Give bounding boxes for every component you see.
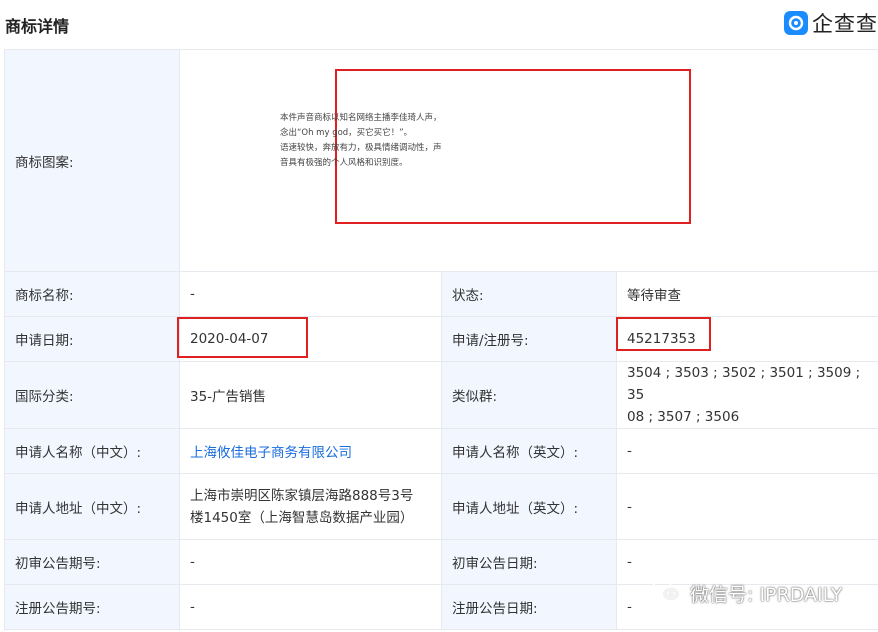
- trademark-image-cell: 本件声音商标以知名网络主播李佳琦人声， 念出“Oh my god，买它买它！”。…: [179, 49, 878, 272]
- registration-announcement-number-value: -: [179, 584, 442, 630]
- registration-number-value: 45217353: [616, 316, 878, 362]
- field-label: 申请/注册号:: [441, 316, 617, 362]
- applicant-address-en-value: -: [616, 473, 878, 540]
- field-label: 商标图案:: [4, 49, 180, 272]
- international-class-value: 35-广告销售: [179, 361, 442, 429]
- similar-groups-value: 3504 ; 3503 ; 3502 ; 3501 ; 3509 ; 35 08…: [616, 361, 878, 429]
- field-label: 国际分类:: [4, 361, 180, 429]
- page-title: 商标详情: [5, 17, 70, 36]
- watermark-text: 微信号: IPRDAILY: [690, 583, 843, 606]
- trademark-name-value: -: [179, 271, 442, 317]
- table-row: 申请人地址（中文）: 上海市崇明区陈家镇层海路888号3号 楼1450室（上海智…: [4, 473, 878, 540]
- status-value: 等待审查: [616, 271, 878, 317]
- table-row: 申请人名称（中文）: 上海攸佳电子商务有限公司 申请人名称（英文）: -: [4, 428, 878, 474]
- header: 商标详情 企查查: [0, 0, 878, 50]
- field-label: 申请日期:: [4, 316, 180, 362]
- qichacha-logo-icon: [784, 11, 808, 35]
- field-label: 申请人名称（中文）:: [4, 428, 180, 474]
- table-row: 商标名称: - 状态: 等待审查: [4, 271, 878, 317]
- field-label: 初审公告日期:: [441, 539, 617, 585]
- applicant-address-value: 上海市崇明区陈家镇层海路888号3号 楼1450室（上海智慧岛数据产业园）: [179, 473, 442, 540]
- field-label: 注册公告期号:: [4, 584, 180, 630]
- field-label: 初审公告期号:: [4, 539, 180, 585]
- table-row: 商标图案: 本件声音商标以知名网络主播李佳琦人声， 念出“Oh my god，买…: [4, 49, 878, 272]
- applicant-name-en-value: -: [616, 428, 878, 474]
- brand-logo[interactable]: 企查查: [784, 8, 878, 38]
- field-label: 申请人地址（中文）:: [4, 473, 180, 540]
- field-label: 注册公告日期:: [441, 584, 617, 630]
- application-date-value: 2020-04-07: [179, 316, 442, 362]
- field-label: 申请人名称（英文）:: [441, 428, 617, 474]
- trademark-detail-table: 商标图案: 本件声音商标以知名网络主播李佳琦人声， 念出“Oh my god，买…: [4, 49, 878, 630]
- table-row: 国际分类: 35-广告销售 类似群: 3504 ; 3503 ; 3502 ; …: [4, 361, 878, 429]
- prelim-announcement-number-value: -: [179, 539, 442, 585]
- watermark: 微信号: IPRDAILY: [650, 578, 842, 608]
- field-label: 申请人地址（英文）:: [441, 473, 617, 540]
- field-label: 类似群:: [441, 361, 617, 429]
- trademark-sound-description: 本件声音商标以知名网络主播李佳琦人声， 念出“Oh my god，买它买它！”。…: [280, 113, 442, 168]
- table-row: 申请日期: 2020-04-07 申请/注册号: 45217353: [4, 316, 878, 362]
- brand-name: 企查查: [812, 12, 878, 36]
- wechat-icon: [650, 578, 682, 609]
- field-label: 商标名称:: [4, 271, 180, 317]
- applicant-name-link[interactable]: 上海攸佳电子商务有限公司: [179, 428, 442, 474]
- field-label: 状态:: [441, 271, 617, 317]
